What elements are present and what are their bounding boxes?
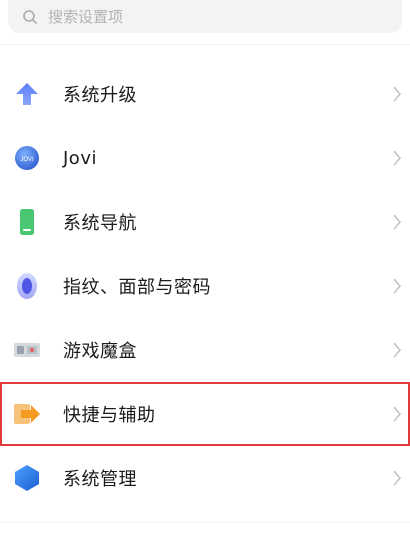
search-placeholder: 搜索设置项: [48, 8, 124, 26]
settings-item-label: 系统升级: [63, 85, 137, 106]
chevron-right-icon: [393, 278, 402, 294]
settings-item-label: Jovi: [63, 147, 97, 169]
settings-item-fingerprint-face-password[interactable]: 指纹、面部与密码: [0, 254, 410, 318]
jovi-icon: JOVI: [13, 144, 41, 172]
divider: [0, 522, 410, 523]
chevron-right-icon: [393, 406, 402, 422]
settings-list: 系统升级 JOVI Jovi 系统导航 指纹、面部与密码 游戏魔盒 快捷与辅助 …: [0, 62, 410, 510]
settings-item-jovi[interactable]: JOVI Jovi: [0, 126, 410, 190]
system-hexagon-icon: [13, 464, 41, 492]
game-box-icon: [13, 336, 41, 364]
settings-item-label: 快捷与辅助: [63, 405, 156, 426]
settings-item-system-navigation[interactable]: 系统导航: [0, 190, 410, 254]
chevron-right-icon: [393, 342, 402, 358]
fingerprint-icon: [13, 272, 41, 300]
shortcut-arrow-icon: [13, 400, 41, 428]
settings-item-game-box[interactable]: 游戏魔盒: [0, 318, 410, 382]
search-bar[interactable]: 搜索设置项: [8, 0, 402, 33]
settings-item-system-management[interactable]: 系统管理: [0, 446, 410, 510]
search-icon: [23, 9, 37, 24]
settings-item-label: 游戏魔盒: [63, 341, 137, 362]
settings-item-label: 系统导航: [63, 213, 137, 234]
upgrade-arrow-icon: [13, 80, 41, 108]
svg-text:JOVI: JOVI: [20, 157, 34, 163]
settings-item-shortcuts-accessibility[interactable]: 快捷与辅助: [0, 382, 410, 446]
chevron-right-icon: [393, 470, 402, 486]
settings-item-label: 指纹、面部与密码: [63, 277, 211, 298]
chevron-right-icon: [393, 214, 402, 230]
chevron-right-icon: [393, 86, 402, 102]
settings-item-system-upgrade[interactable]: 系统升级: [0, 62, 410, 126]
divider: [0, 44, 410, 45]
chevron-right-icon: [393, 150, 402, 166]
phone-navigation-icon: [13, 208, 41, 236]
settings-item-label: 系统管理: [63, 469, 137, 490]
